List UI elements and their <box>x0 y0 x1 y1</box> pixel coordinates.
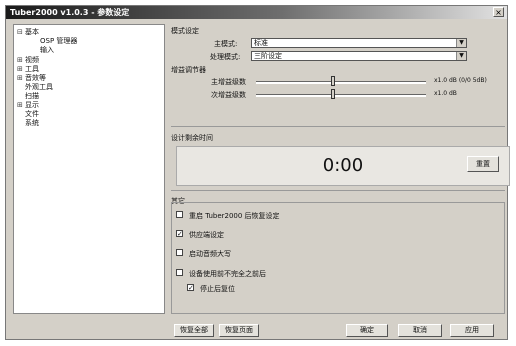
window-title: Tuber2000 v1.0.3 - 参数设定 <box>10 8 130 17</box>
expand-icon[interactable]: ⊞ <box>17 65 25 73</box>
tree-item-label: 音效等 <box>25 74 46 82</box>
tree-item-label: 视频 <box>25 56 39 64</box>
tree-item-osp-manager[interactable]: OSP 管理器 <box>40 37 77 45</box>
gain-slider-2-label: 次增益级数 <box>211 91 246 99</box>
gain-slider-2-readout: x1.0 dB <box>434 90 457 97</box>
timer-group-header: 设计剩余时间 <box>171 134 213 142</box>
settings-window: Tuber2000 v1.0.3 - 参数设定 × ⊟ 基本 OSP 管理器 输入… <box>5 5 510 340</box>
expand-icon[interactable]: ⊞ <box>17 101 25 109</box>
tree-item-basic[interactable]: ⊟ 基本 <box>17 28 39 36</box>
restore-all-button[interactable]: 恢复全部 <box>174 324 214 337</box>
option-label: 供应端设定 <box>189 231 224 239</box>
restore-page-button[interactable]: 恢复页面 <box>219 324 259 337</box>
tree-item-file[interactable]: 文件 <box>25 110 39 118</box>
option-label: 启动音频大写 <box>189 250 231 258</box>
chevron-down-icon[interactable]: ▼ <box>456 39 466 47</box>
option-label: 设备使用前不完全之前后 <box>189 270 266 278</box>
close-button[interactable]: × <box>493 7 504 17</box>
countdown-timer: 0:00 <box>322 155 364 176</box>
tree-item-label: 输入 <box>40 46 54 54</box>
timer-panel: 0:00 <box>176 146 510 186</box>
collapse-icon[interactable]: ⊟ <box>17 28 25 36</box>
tree-item-label: 基本 <box>25 28 39 36</box>
tree-item-display[interactable]: ⊞ 显示 <box>17 101 39 109</box>
tree-item-label: OSP 管理器 <box>40 37 78 45</box>
option-checkbox[interactable] <box>176 211 183 218</box>
tree-item-system[interactable]: 系统 <box>25 119 39 127</box>
option-label: 重启 Tuber2000 后恢复设定 <box>189 212 280 220</box>
option-label: 停止后复位 <box>200 285 235 293</box>
tree-item-scan[interactable]: 扫描 <box>25 92 39 100</box>
option-checkbox[interactable]: ✓ <box>187 284 194 292</box>
expand-icon[interactable]: ⊞ <box>17 56 25 64</box>
gain-slider-1-label: 主增益级数 <box>211 78 246 86</box>
divider <box>171 126 505 127</box>
chevron-down-icon[interactable]: ▼ <box>456 52 466 60</box>
apply-button[interactable]: 应用 <box>450 324 494 337</box>
tree-item-video[interactable]: ⊞ 视频 <box>17 56 39 64</box>
settings-tree[interactable]: ⊟ 基本 OSP 管理器 输入 ⊞ 视频 ⊞ 工具 ⊞ 音效等 外观工具 扫描 ⊞ 显示 … <box>13 24 165 314</box>
tree-item-label: 系统 <box>25 119 39 127</box>
tree-item-audio[interactable]: ⊞ 音效等 <box>17 74 46 82</box>
gain-slider-2-thumb[interactable] <box>330 89 335 99</box>
main-mode-value: 标准 <box>254 39 268 47</box>
option-checkbox[interactable]: ✓ <box>176 230 183 238</box>
sub-mode-label: 处理模式: <box>210 53 241 61</box>
tree-item-label: 文件 <box>25 110 39 118</box>
tree-item-label: 扫描 <box>25 92 39 100</box>
expand-icon[interactable]: ⊞ <box>17 74 25 82</box>
title-bar: Tuber2000 v1.0.3 - 参数设定 × <box>6 6 507 19</box>
cancel-button[interactable]: 取消 <box>398 324 442 337</box>
tree-item-input[interactable]: 输入 <box>40 46 54 54</box>
gain-slider-2-track[interactable] <box>256 94 426 97</box>
tree-item-label: 外观工具 <box>25 83 53 91</box>
mode-group-header: 模式设定 <box>171 27 199 35</box>
gain-slider-1-readout: x1.0 dB (0/0 5dB) <box>434 77 487 84</box>
ok-button[interactable]: 确定 <box>346 324 388 337</box>
sub-mode-dropdown[interactable]: 三阶设定 ▼ <box>251 51 467 61</box>
tree-item-appearance[interactable]: 外观工具 <box>25 83 53 91</box>
gain-group-header: 增益调节器 <box>171 66 206 74</box>
tree-item-label: 显示 <box>25 101 39 109</box>
gain-slider-1-track[interactable] <box>256 81 426 84</box>
tree-item-label: 工具 <box>25 65 39 73</box>
divider <box>171 190 505 191</box>
tree-item-tools[interactable]: ⊞ 工具 <box>17 65 39 73</box>
sub-mode-value: 三阶设定 <box>254 52 282 60</box>
gain-slider-1-thumb[interactable] <box>330 76 335 86</box>
reset-timer-button[interactable]: 重置 <box>467 156 499 172</box>
option-checkbox[interactable] <box>176 269 183 276</box>
option-checkbox[interactable] <box>176 249 183 256</box>
main-mode-dropdown[interactable]: 标准 ▼ <box>251 38 467 48</box>
main-mode-label: 主模式: <box>214 40 238 48</box>
